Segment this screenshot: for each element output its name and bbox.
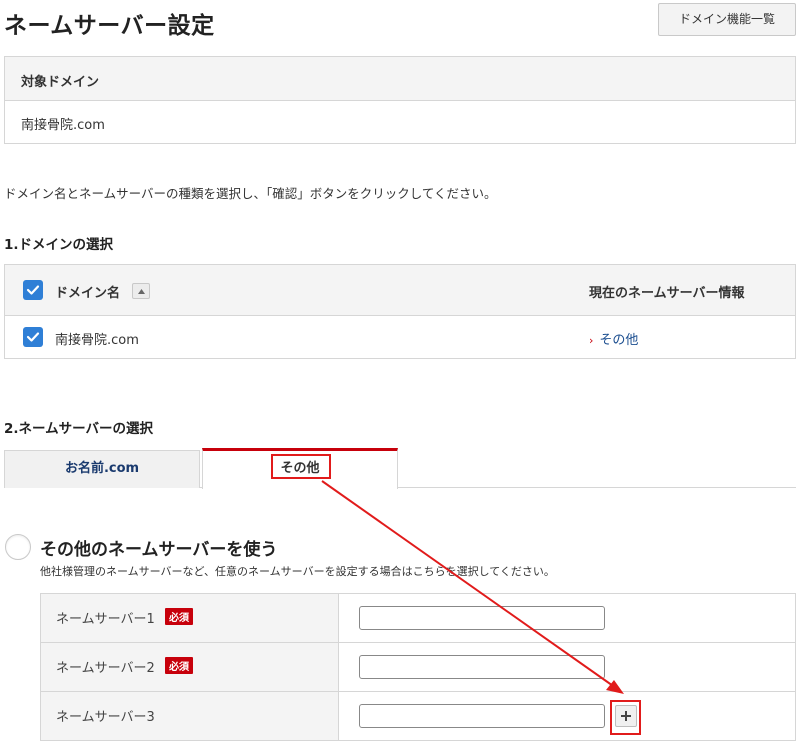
annotation-arrow [321,480,624,694]
